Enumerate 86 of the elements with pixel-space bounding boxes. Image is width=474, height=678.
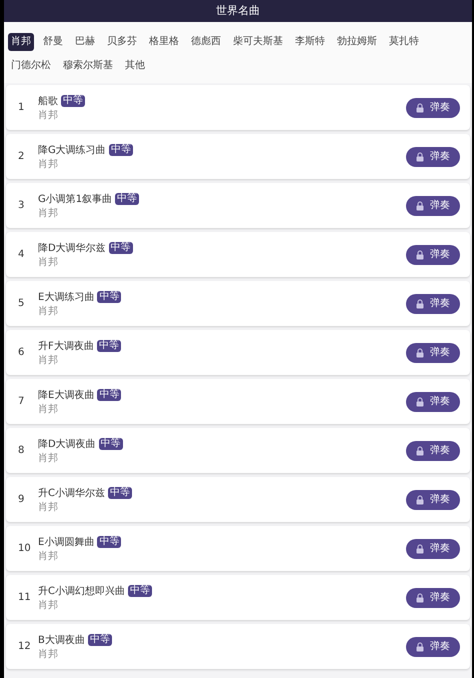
composer-name: 肖邦 <box>38 502 59 514</box>
lock-icon <box>416 494 424 504</box>
composer-tab[interactable]: 格里格 <box>146 33 182 51</box>
difficulty-badge: 中等 <box>115 193 140 205</box>
song-number: 5 <box>18 297 26 311</box>
song-title: 降D大调夜曲 <box>38 438 96 452</box>
lock-icon <box>416 200 424 210</box>
song-number: 7 <box>18 395 26 409</box>
difficulty-badge: 中等 <box>61 95 85 107</box>
song-number: 11 <box>18 591 32 605</box>
play-button[interactable]: 弹奏 <box>406 196 460 216</box>
composer-name: 肖邦 <box>38 158 59 170</box>
composer-name: 肖邦 <box>38 404 59 416</box>
song-number: 9 <box>18 493 26 507</box>
play-button[interactable]: 弹奏 <box>406 588 460 608</box>
difficulty-badge: 中等 <box>97 536 122 548</box>
play-button[interactable]: 弹奏 <box>406 490 460 510</box>
lock-icon <box>416 642 424 652</box>
play-button[interactable]: 弹奏 <box>406 98 460 118</box>
song-title: 升F大调夜曲 <box>38 340 94 354</box>
difficulty-badge: 中等 <box>97 291 122 303</box>
song-title: B大调夜曲 <box>38 634 85 648</box>
difficulty-badge: 中等 <box>96 340 121 352</box>
lock-icon <box>416 152 424 162</box>
page-title: 世界名曲 <box>216 2 260 19</box>
composer-tab[interactable]: 肖邦 <box>8 33 34 51</box>
play-button[interactable]: 弹奏 <box>406 244 460 264</box>
song-title: 船歌 <box>38 94 58 108</box>
composer-name: 肖邦 <box>38 452 59 464</box>
composer-tab[interactable]: 勃拉姆斯 <box>334 33 380 51</box>
lock-icon <box>416 592 424 602</box>
song-number: 12 <box>18 640 32 654</box>
difficulty-badge: 中等 <box>108 242 133 254</box>
difficulty-badge: 中等 <box>128 585 152 597</box>
composer-tab[interactable]: 穆索尔斯基 <box>60 57 116 75</box>
composer-name: 肖邦 <box>38 354 59 366</box>
difficulty-badge: 中等 <box>108 144 133 156</box>
composer-name: 肖邦 <box>38 110 59 122</box>
composer-tab[interactable]: 舒曼 <box>40 33 66 51</box>
lock-icon <box>416 250 424 260</box>
song-number: 8 <box>18 444 26 458</box>
composer-name: 肖邦 <box>38 648 59 660</box>
song-title: E大调练习曲 <box>38 290 94 304</box>
song-number: 3 <box>18 199 26 213</box>
difficulty-badge: 中等 <box>97 389 122 401</box>
composer-tab[interactable]: 李斯特 <box>292 33 328 51</box>
composer-tab[interactable]: 莫扎特 <box>386 33 422 51</box>
composer-tab[interactable]: 门德尔松 <box>8 57 54 75</box>
song-number: 10 <box>18 542 32 556</box>
composer-tab[interactable]: 巴赫 <box>72 33 98 51</box>
lock-icon <box>416 348 424 358</box>
lock-icon <box>416 396 424 406</box>
composer-tab[interactable]: 柴可夫斯基 <box>230 33 286 51</box>
play-button[interactable]: 弹奏 <box>406 392 460 412</box>
song-title: 升C小调华尔兹 <box>38 486 105 500</box>
composer-name: 肖邦 <box>38 256 59 268</box>
play-button[interactable]: 弹奏 <box>406 538 460 558</box>
composer-tab[interactable]: 其他 <box>122 57 148 75</box>
song-number: 2 <box>18 150 26 164</box>
lock-icon <box>416 446 424 456</box>
play-button[interactable]: 弹奏 <box>406 294 460 314</box>
lock-icon <box>416 544 424 554</box>
composer-name: 肖邦 <box>38 600 59 612</box>
play-button[interactable]: 弹奏 <box>406 636 460 656</box>
song-title: 降G大调练习曲 <box>38 144 106 158</box>
play-button[interactable]: 弹奏 <box>406 146 460 166</box>
song-number: 4 <box>18 248 26 262</box>
composer-name: 肖邦 <box>38 208 59 220</box>
lock-icon <box>416 298 424 308</box>
difficulty-badge: 中等 <box>108 487 132 499</box>
song-title: E小调圆舞曲 <box>38 536 94 550</box>
song-number: 1 <box>18 101 26 115</box>
song-title: G小调第1叙事曲 <box>38 192 112 206</box>
lock-icon <box>416 102 424 112</box>
play-button[interactable]: 弹奏 <box>406 440 460 460</box>
composer-tab[interactable]: 贝多芬 <box>104 33 140 51</box>
song-title: 升C小调幻想即兴曲 <box>38 584 125 598</box>
composer-name: 肖邦 <box>38 306 59 318</box>
difficulty-badge: 中等 <box>88 634 112 646</box>
composer-name: 肖邦 <box>38 550 59 562</box>
difficulty-badge: 中等 <box>98 438 123 450</box>
song-title: 降E大调夜曲 <box>38 388 94 402</box>
composer-tab[interactable]: 德彪西 <box>188 33 224 51</box>
song-title: 降D大调华尔兹 <box>38 242 106 256</box>
play-button[interactable]: 弹奏 <box>406 342 460 362</box>
song-number: 6 <box>18 346 26 360</box>
